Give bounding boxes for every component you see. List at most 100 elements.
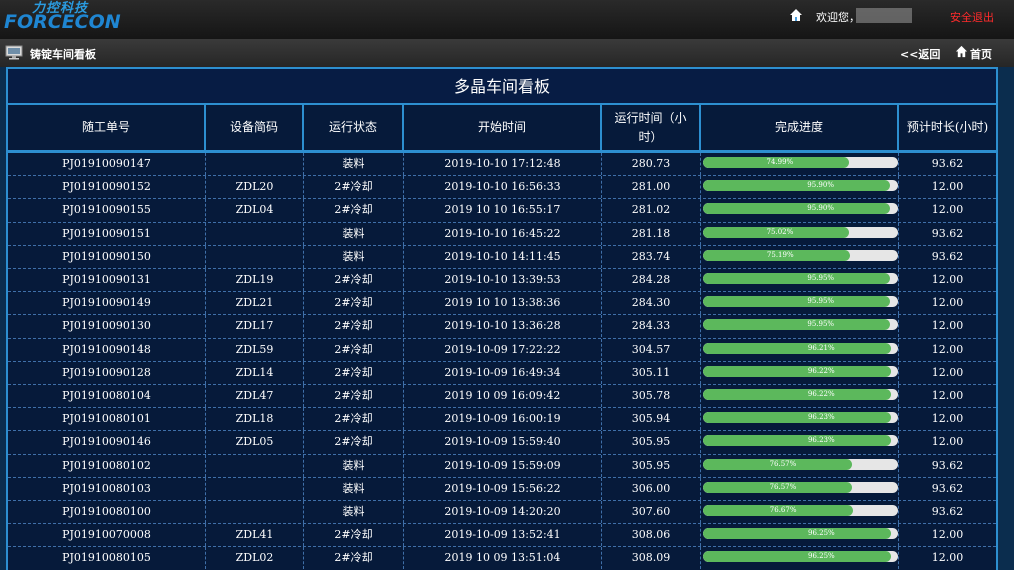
cell-start-time: 2019-10-09 15:59:09	[404, 454, 602, 477]
progress-label: 96.22%	[807, 390, 835, 398]
cell-runtime: 304.57	[602, 338, 701, 361]
cell-status: 2#冷却	[304, 431, 404, 454]
page-title: 铸锭车间看板	[30, 48, 96, 61]
table-row: PJ01910090146 ZDL05 2#冷却 2019-10-09 15:59:4…	[8, 431, 996, 455]
progress-label: 96.25%	[807, 552, 835, 561]
cell-runtime: 284.30	[602, 292, 701, 315]
cell-device	[206, 222, 304, 245]
table-row: PJ01910090147 装料 2019-10-10 17:12:48 280.73…	[8, 153, 996, 177]
cell-runtime: 305.94	[602, 408, 701, 431]
progress-bar: 96.22%	[703, 389, 898, 400]
cell-device: ZDL05	[206, 431, 304, 454]
cell-device: ZDL47	[206, 385, 304, 407]
progress-label: 96.22%	[807, 366, 835, 375]
cell-device	[206, 477, 304, 500]
cell-progress: 76.67%	[701, 501, 899, 523]
cell-device: ZDL17	[206, 315, 304, 338]
cell-status: 装料	[304, 477, 404, 500]
cell-progress: 96.25%	[701, 547, 899, 570]
progress-label: 95.90%	[807, 204, 834, 213]
table-row: PJ01910080104 ZDL47 2#冷却 2019 10 09 16:09:4…	[8, 385, 996, 409]
cell-order: PJ01910090151	[8, 222, 206, 245]
cell-order: PJ01910080101	[8, 408, 206, 431]
cell-runtime: 305.95	[602, 431, 701, 454]
progress-label: 76.67%	[769, 506, 797, 514]
cell-estimate: 12.00	[931, 551, 964, 565]
progress-label: 96.25%	[807, 529, 835, 538]
monitor-icon	[5, 45, 23, 60]
cell-order: PJ01910090148	[8, 338, 206, 361]
cell-order: PJ01910090147	[8, 153, 206, 175]
cell-order: PJ01910080105	[8, 547, 206, 570]
cell-device: ZDL14	[206, 361, 304, 384]
cell-start-time: 2019-10-10 16:56:33	[404, 176, 602, 199]
cell-progress: 96.22%	[701, 385, 899, 407]
forcecon-logo: 力控科技 FORCECON	[2, 0, 142, 38]
cell-status: 装料	[304, 454, 404, 477]
progress-bar: 74.99%	[703, 157, 898, 168]
logout-link[interactable]: 安全退出	[950, 9, 994, 25]
cell-order: PJ01910080103	[8, 477, 206, 500]
cell-status: 2#冷却	[304, 199, 404, 222]
progress-bar: 96.25%	[703, 551, 898, 563]
welcome-text: 欢迎您，	[816, 11, 860, 24]
cell-runtime: 284.33	[602, 315, 701, 338]
cell-start-time: 2019-10-09 14:20:20	[404, 501, 602, 523]
cell-runtime: 284.28	[602, 269, 701, 291]
table-row: PJ01910090150 装料 2019-10-10 14:11:45 283.74…	[8, 245, 996, 269]
cell-runtime: 305.11	[602, 361, 701, 384]
cell-estimate: 12.00	[931, 180, 964, 194]
col-runtime: 运行时间（小时）	[602, 105, 701, 150]
cell-device: ZDL21	[206, 292, 304, 315]
cell-progress: 95.95%	[701, 269, 899, 291]
cell-status: 装料	[304, 153, 404, 175]
cell-device: ZDL59	[206, 338, 304, 361]
progress-bar: 95.90%	[703, 203, 898, 215]
progress-label: 76.57%	[769, 459, 797, 468]
cell-start-time: 2019-10-09 16:49:34	[404, 361, 602, 384]
table-row: PJ01910090152 ZDL20 2#冷却 2019-10-10 16:56:3…	[8, 176, 996, 200]
progress-label: 95.95%	[807, 274, 835, 282]
cell-order: PJ01910090131	[8, 269, 206, 291]
table-row: PJ01910090130 ZDL17 2#冷却 2019-10-10 13:36:2…	[8, 315, 996, 339]
home-icon[interactable]	[789, 8, 803, 22]
cell-start-time: 2019-10-10 17:12:48	[404, 153, 602, 175]
cell-estimate: 12.00	[931, 319, 964, 333]
cell-device: ZDL04	[206, 199, 304, 222]
cell-order: PJ01910090150	[8, 245, 206, 268]
cell-estimate: 12.00	[931, 296, 964, 310]
cell-estimate: 12.00	[931, 273, 964, 286]
cell-order: PJ01910090155	[8, 199, 206, 222]
cell-start-time: 2019-10-09 15:56:22	[404, 477, 602, 500]
progress-bar: 76.57%	[703, 481, 898, 493]
back-link[interactable]: <<返回	[900, 46, 940, 62]
cell-estimate: 93.62	[931, 481, 964, 495]
progress-label: 75.02%	[766, 227, 794, 236]
cell-progress: 96.23%	[701, 408, 899, 431]
cell-runtime: 307.60	[602, 501, 701, 523]
cell-progress: 96.25%	[701, 524, 899, 547]
cell-runtime: 280.73	[602, 153, 701, 175]
home-icon[interactable]	[955, 45, 968, 58]
cell-progress: 74.99%	[701, 153, 899, 175]
progress-bar: 75.19%	[703, 249, 898, 261]
table-row: PJ01910090155 ZDL04 2#冷却 2019 10 10 16:55:1…	[8, 199, 996, 223]
home-link[interactable]: 首页	[970, 46, 992, 62]
cell-order: PJ01910080104	[8, 385, 206, 407]
cell-estimate: 93.62	[931, 249, 964, 263]
progress-label: 95.95%	[807, 320, 835, 329]
progress-bar: 96.25%	[703, 528, 898, 540]
logo-en-text: FORCECON	[4, 11, 121, 33]
sub-header-bar	[0, 39, 1014, 67]
cell-progress: 76.57%	[701, 454, 899, 477]
cell-estimate: 93.62	[931, 157, 964, 170]
cell-order: PJ01910070008	[8, 524, 206, 547]
cell-runtime: 308.06	[602, 524, 701, 547]
cell-progress: 95.95%	[701, 292, 899, 315]
col-estimate: 预计时长(小时)	[906, 120, 989, 134]
cell-device: ZDL19	[206, 269, 304, 291]
progress-label: 75.19%	[766, 250, 794, 259]
table-row: PJ01910090149 ZDL21 2#冷却 2019 10 10 13:38:3…	[8, 292, 996, 316]
table-row: PJ01910090128 ZDL14 2#冷却 2019-10-09 16:49:3…	[8, 361, 996, 385]
cell-start-time: 2019 10 10 13:38:36	[404, 292, 602, 315]
